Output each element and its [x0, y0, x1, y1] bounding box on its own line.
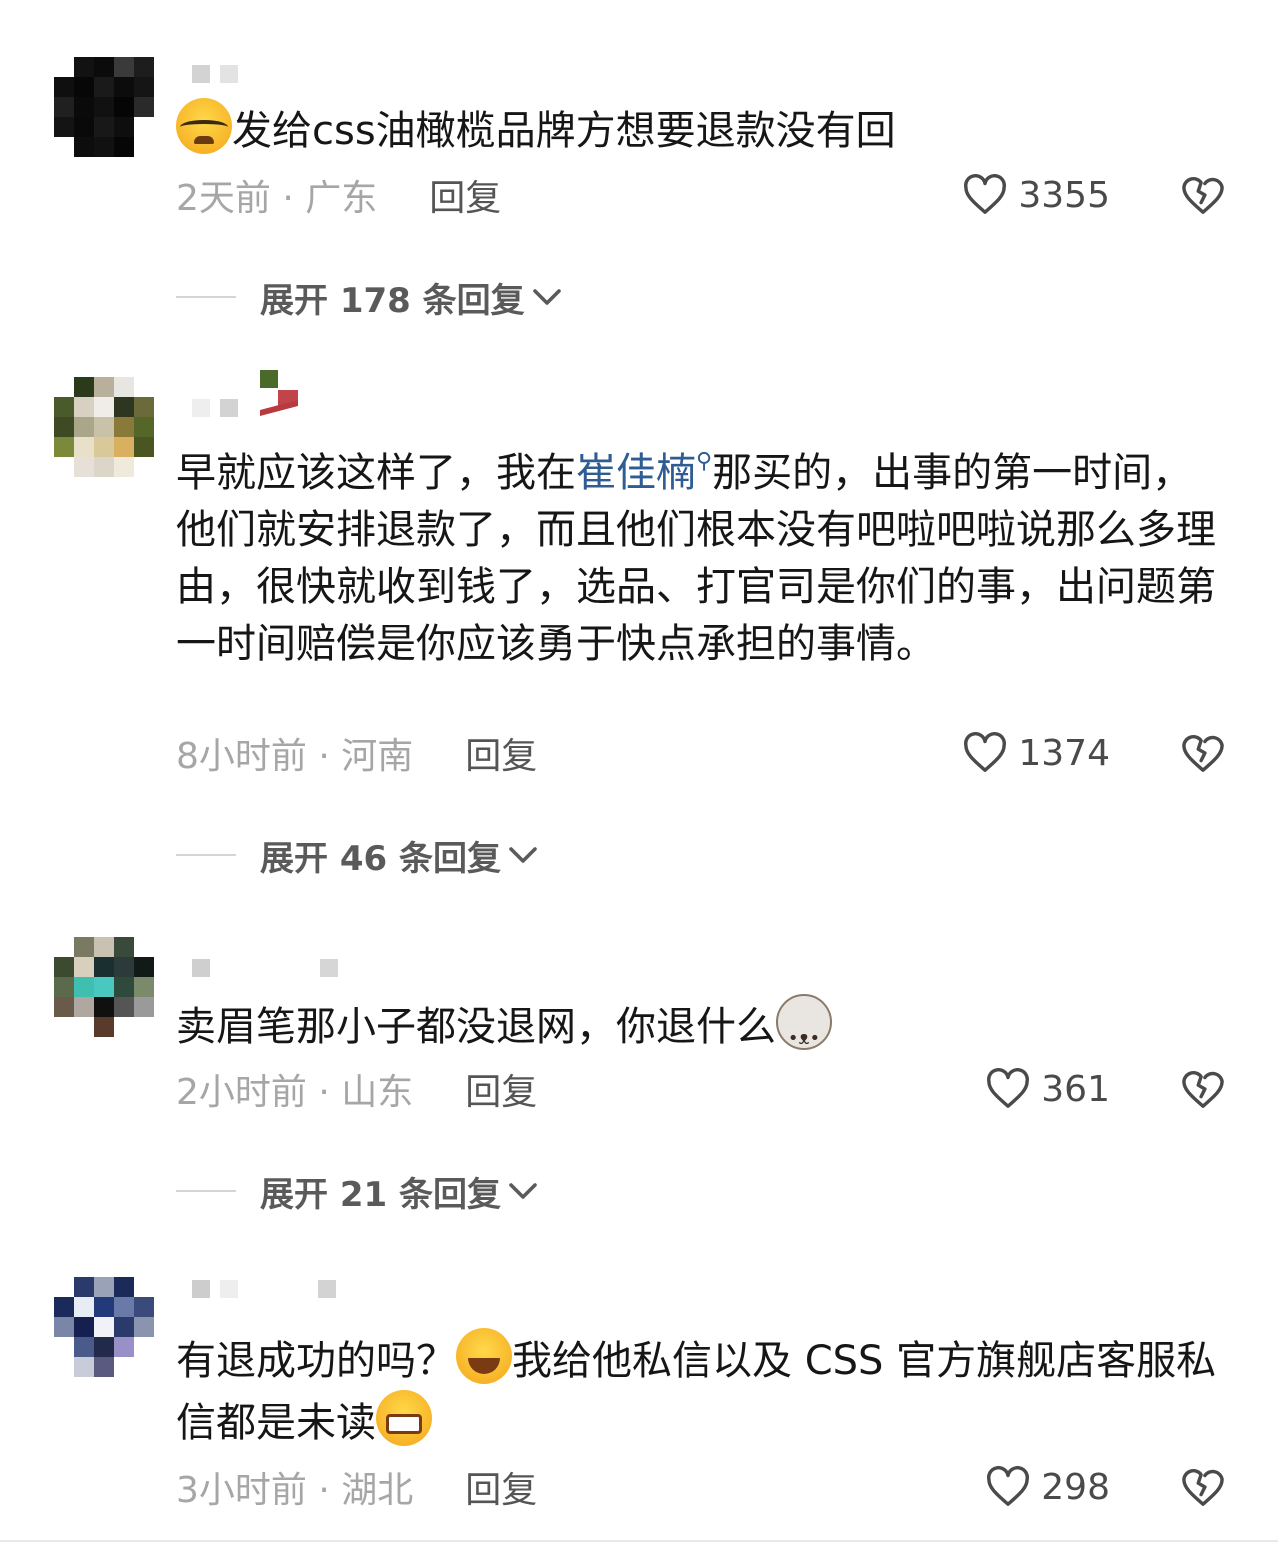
avatar[interactable] [54, 377, 154, 477]
reply-button[interactable]: 回复 [429, 169, 501, 221]
like-button[interactable]: 361 [985, 1064, 1110, 1114]
expand-replies-button[interactable]: 展开 46 条回复 [176, 830, 539, 880]
chevron-down-icon [509, 847, 537, 863]
time-location: 8小时前 · 河南 [176, 736, 414, 777]
cat-face-icon [776, 994, 832, 1067]
comment-text: 发给css油橄榄品牌方想要退款没有回 [176, 98, 1226, 160]
like-count: 3355 [1018, 174, 1110, 216]
divider [176, 1190, 236, 1192]
dislike-button[interactable] [1180, 1064, 1228, 1114]
reply-button[interactable]: 回复 [465, 1063, 537, 1115]
time-location: 2小时前 · 山东 [176, 1072, 414, 1113]
like-button[interactable]: 1374 [962, 728, 1110, 778]
avatar[interactable] [54, 1277, 154, 1377]
avatar[interactable] [54, 57, 154, 157]
username-pixelated[interactable] [192, 62, 238, 86]
heart-outline-icon [964, 732, 1007, 772]
reply-button[interactable]: 回复 [465, 1461, 537, 1513]
reply-button[interactable]: 回复 [465, 727, 537, 779]
dislike-button[interactable] [1180, 170, 1228, 220]
username-pixelated[interactable] [192, 1277, 336, 1301]
broken-heart-icon [1182, 1071, 1224, 1108]
comment-meta: 2天前 · 广东 回复 [176, 170, 501, 220]
username-pixelated[interactable] [192, 956, 338, 980]
divider [0, 1540, 1278, 1542]
search-icon[interactable]: ⚲ [696, 449, 712, 474]
expand-replies-button[interactable]: 展开 21 条回复 [176, 1166, 539, 1216]
like-count: 361 [1041, 1068, 1110, 1110]
avatar[interactable] [54, 937, 154, 1037]
divider [176, 296, 236, 298]
chevron-down-icon [532, 289, 561, 305]
time-location: 3小时前 · 湖北 [176, 1470, 414, 1511]
grinning-sweat-icon [376, 1390, 432, 1446]
chevron-down-icon [509, 1183, 537, 1199]
heart-outline-icon [987, 1466, 1030, 1506]
broken-heart-icon [1182, 735, 1224, 772]
comment-meta: 3小时前 · 湖北 回复 [176, 1462, 537, 1512]
username-pixelated[interactable] [192, 370, 300, 420]
comment-text: 卖眉笔那小子都没退网，你退什么 [176, 994, 1226, 1067]
time-location: 2天前 · 广东 [176, 178, 378, 219]
dislike-button[interactable] [1180, 728, 1228, 778]
comment-text: 早就应该这样了，我在崔佳楠⚲那买的，出事的第一时间，他们就安排退款了，而且他们根… [176, 449, 1216, 667]
like-button[interactable]: 3355 [962, 170, 1110, 220]
badge-icon [260, 370, 298, 416]
like-count: 298 [1041, 1466, 1110, 1508]
laughing-crying-icon [456, 1328, 512, 1384]
mention-link[interactable]: 崔佳楠 [576, 450, 696, 496]
expand-replies-button[interactable]: 展开 178 条回复 [176, 272, 563, 322]
broken-heart-icon [1182, 177, 1224, 214]
comment-meta: 2小时前 · 山东 回复 [176, 1064, 537, 1114]
crying-face-icon [176, 98, 232, 154]
divider [176, 854, 236, 856]
heart-outline-icon [964, 174, 1007, 214]
like-button[interactable]: 298 [985, 1462, 1110, 1512]
broken-heart-icon [1182, 1469, 1224, 1506]
comment-text: 有退成功的吗？ 我给他私信以及 CSS 官方旗舰店客服私信都是未读 [176, 1328, 1226, 1452]
heart-outline-icon [987, 1068, 1030, 1108]
dislike-button[interactable] [1180, 1462, 1228, 1512]
like-count: 1374 [1018, 732, 1110, 774]
comment-meta: 8小时前 · 河南 回复 [176, 728, 537, 778]
